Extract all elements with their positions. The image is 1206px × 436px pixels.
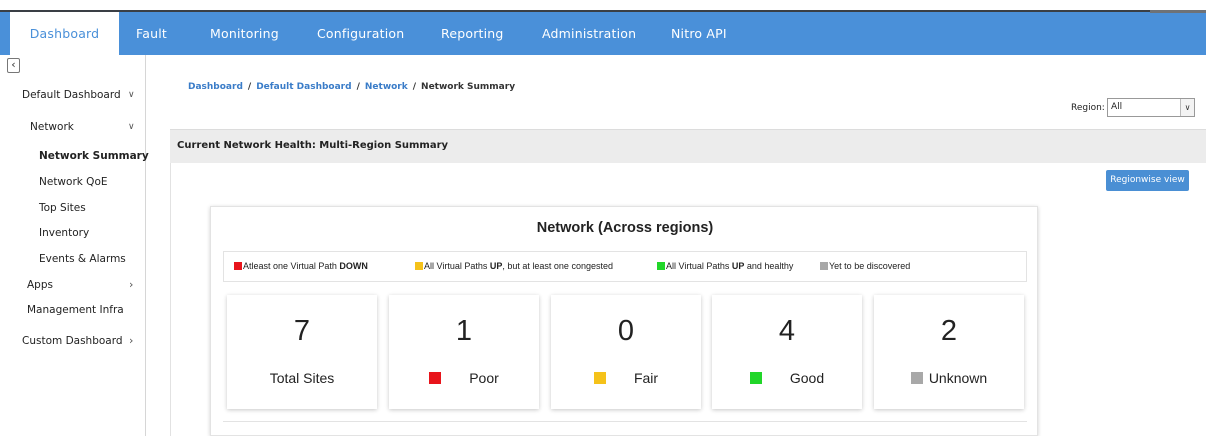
sidebar: ‹ Default Dashboard ∨ Network ∨ Network … [0,55,149,436]
region-select-value: All [1111,102,1123,112]
tab-monitoring[interactable]: Monitoring [210,12,279,55]
legend-item-healthy: All Virtual Paths UP and healthy [657,261,793,271]
tab-fault[interactable]: Fault [136,12,167,55]
card-title: Network (Across regions) [536,220,714,236]
stat-value: 7 [293,315,311,347]
chevron-down-icon[interactable]: ∨ [1180,99,1194,116]
yellow-square-icon [415,262,423,270]
tab-configuration[interactable]: Configuration [317,12,404,55]
collapse-sidebar-button[interactable]: ‹ [7,58,20,73]
region-select[interactable]: All ∨ [1107,98,1195,117]
sidebar-item-network[interactable]: Network [30,121,74,133]
stat-unknown[interactable]: 2 Unknown [874,295,1024,409]
stat-value: 4 [778,315,796,347]
stat-fair[interactable]: 0 Fair [551,295,701,409]
stat-total-sites[interactable]: 7 Total Sites [227,295,377,409]
breadcrumb-network[interactable]: Network [365,82,408,92]
breadcrumb-dashboard[interactable]: Dashboard [188,82,243,92]
tab-administration[interactable]: Administration [542,12,636,55]
red-square-icon [234,262,242,270]
network-summary-card: Network (Across regions) Atleast one Vir… [210,206,1038,436]
regionwise-view-button[interactable]: Regionwise view [1106,170,1189,191]
stat-label: Good [712,370,862,386]
section-header: Current Network Health: Multi-Region Sum… [170,129,1206,163]
chevron-right-icon[interactable]: › [129,334,133,347]
tab-nitro-api[interactable]: Nitro API [671,12,727,55]
sidebar-item-network-summary[interactable]: Network Summary [39,150,149,162]
stat-label: Unknown [874,370,1024,386]
sidebar-item-apps[interactable]: Apps [27,279,53,291]
sidebar-item-top-sites[interactable]: Top Sites [39,202,86,214]
green-square-icon [749,372,762,384]
stat-value: 1 [455,315,473,347]
chevron-right-icon[interactable]: › [129,278,133,291]
stat-value: 0 [617,315,635,347]
stat-label: Total Sites [269,370,335,386]
breadcrumb: Dashboard / Default Dashboard / Network / Netw… [188,82,515,92]
gray-square-icon [910,372,923,384]
legend-item-down: Atleast one Virtual Path DOWN [234,261,368,271]
stat-good[interactable]: 4 Good [712,295,862,409]
breadcrumb-separator: / [247,82,252,92]
region-label: Region: [1071,103,1105,113]
legend-item-undiscovered: Yet to be discovered [820,261,910,271]
green-square-icon [657,262,665,270]
gray-square-icon [820,262,828,270]
stat-label: Poor [389,370,539,386]
window-edge-right [1150,10,1206,13]
stat-value: 2 [940,315,958,347]
breadcrumb-separator: / [356,82,360,92]
breadcrumb-separator: / [412,82,417,92]
stat-poor[interactable]: 1 Poor [389,295,539,409]
divider [223,421,1027,422]
red-square-icon [429,372,442,384]
section-title: Current Network Health: Multi-Region Sum… [177,140,449,151]
status-legend: Atleast one Virtual Path DOWN All Virtua… [223,251,1027,282]
breadcrumb-default-dashboard[interactable]: Default Dashboard [256,82,351,92]
top-navigation-bar: Dashboard Fault Monitoring Configuration… [0,0,1206,55]
sidebar-item-inventory[interactable]: Inventory [39,227,89,239]
sidebar-item-default-dashboard[interactable]: Default Dashboard [22,89,121,101]
legend-item-congested: All Virtual Paths UP, but at least one c… [415,261,613,271]
breadcrumb-current: Network Summary [421,82,516,92]
sidebar-item-events-alarms[interactable]: Events & Alarms [39,253,126,265]
chevron-down-icon[interactable]: ∨ [128,90,135,100]
sidebar-item-network-qoe[interactable]: Network QoE [39,176,108,188]
yellow-square-icon [593,372,606,384]
tab-reporting[interactable]: Reporting [441,12,504,55]
tab-dashboard[interactable]: Dashboard [10,12,119,55]
sidebar-item-management-infra[interactable]: Management Infra [27,304,124,316]
chevron-down-icon[interactable]: ∨ [128,122,135,132]
stat-label: Fair [551,370,701,386]
sidebar-item-custom-dashboard[interactable]: Custom Dashboard [22,335,123,347]
